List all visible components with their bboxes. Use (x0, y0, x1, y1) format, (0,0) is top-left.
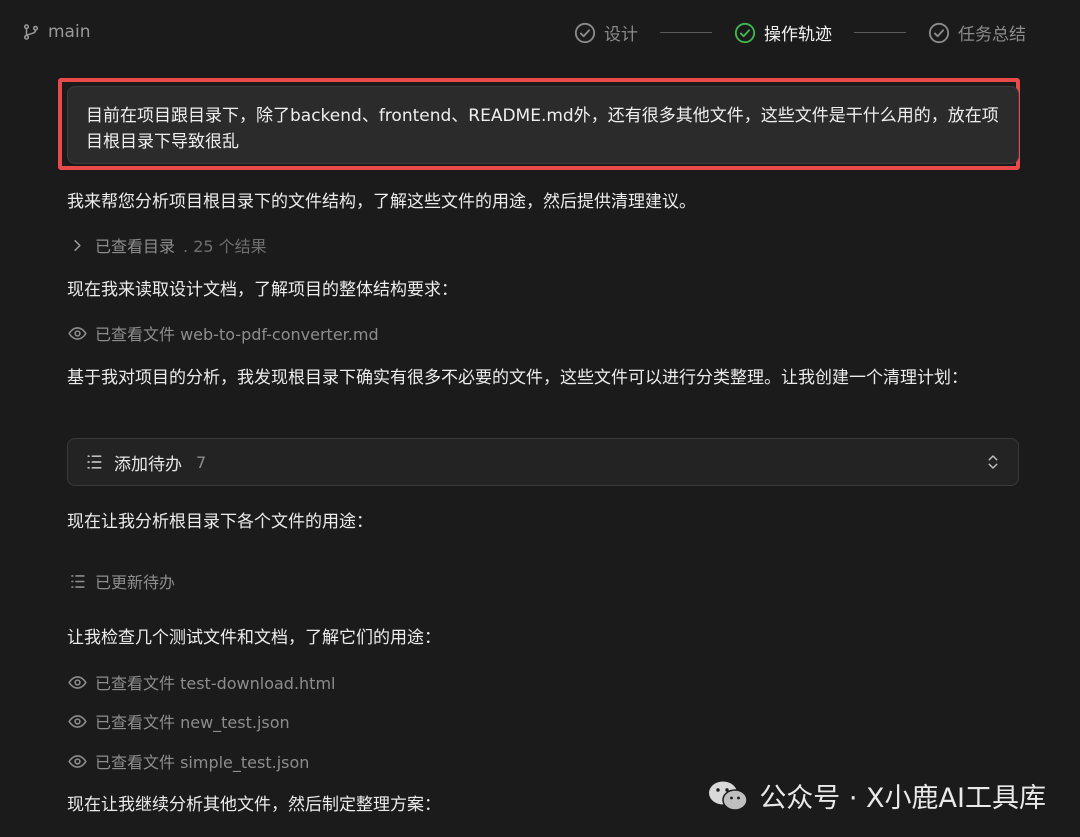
tool-label: 已查看文件 simple_test.json (95, 753, 310, 772)
wechat-icon (709, 781, 749, 811)
tool-label: 已查看文件 test-download.html (95, 674, 336, 693)
step-task-summary[interactable]: 任务总结 (928, 20, 1026, 45)
tool-viewed-file[interactable]: 已查看文件 new_test.json (68, 709, 290, 733)
tool-viewed-file[interactable]: 已查看文件 web-to-pdf-converter.md (68, 321, 379, 345)
eye-icon (68, 754, 87, 768)
watermark-text: 公众号 · X小鹿AI工具库 (759, 783, 1046, 814)
step-label: 设计 (604, 25, 638, 45)
tool-label: 已更新待办 (95, 573, 176, 592)
step-design[interactable]: 设计 (574, 20, 638, 45)
assistant-message-3: 基于我对项目的分析，我发现根目录下确实有很多不必要的文件，这些文件可以进行分类整… (67, 368, 968, 388)
chevron-right-icon (74, 239, 81, 251)
user-message: 目前在项目跟目录下，除了backend、frontend、README.md外，… (67, 86, 1019, 164)
tool-result-count: . 25 个结果 (183, 237, 267, 256)
check-circle-active-icon (734, 22, 756, 43)
step-label: 任务总结 (958, 25, 1026, 45)
step-tabs: 设计 操作轨迹 任务总结 (574, 20, 1026, 45)
branch-indicator[interactable]: main (22, 22, 90, 42)
step-operation-trace[interactable]: 操作轨迹 (734, 20, 832, 45)
list-icon (87, 455, 102, 469)
todo-count: 7 (196, 452, 207, 472)
git-branch-icon (23, 24, 39, 40)
assistant-message-1: 我来帮您分析项目根目录下的文件结构，了解这些文件的用途，然后提供清理建议。 (67, 192, 696, 212)
tool-viewed-file[interactable]: 已查看文件 simple_test.json (68, 749, 309, 773)
tool-label: 已查看文件 new_test.json (95, 713, 290, 732)
chevron-up-down-icon[interactable] (984, 453, 1002, 471)
tool-viewed-file[interactable]: 已查看文件 test-download.html (68, 670, 336, 694)
check-circle-icon (574, 22, 596, 43)
step-connector (660, 32, 712, 33)
step-label: 操作轨迹 (764, 25, 832, 45)
assistant-message-5: 让我检查几个测试文件和文档，了解它们的用途： (67, 628, 441, 648)
eye-icon (68, 675, 87, 689)
todo-label: 添加待办 (114, 454, 182, 475)
assistant-message-2: 现在我来读取设计文档，了解项目的整体结构要求： (67, 280, 458, 300)
eye-icon (68, 714, 87, 728)
todo-card[interactable]: 添加待办 7 (67, 438, 1019, 486)
tool-label: 已查看目录 (95, 237, 176, 256)
tool-label: 已查看文件 web-to-pdf-converter.md (95, 325, 379, 344)
top-bar: main 设计 操作轨迹 任务总结 (0, 0, 1080, 70)
step-connector (854, 32, 906, 33)
check-circle-icon (928, 22, 950, 43)
tool-viewed-directory[interactable]: 已查看目录 . 25 个结果 (68, 233, 267, 257)
watermark: 公众号 · X小鹿AI工具库 (707, 776, 1046, 815)
branch-name: main (48, 22, 91, 42)
assistant-message-4: 现在让我分析根目录下各个文件的用途： (67, 512, 373, 532)
tool-updated-todo[interactable]: 已更新待办 (68, 569, 175, 593)
eye-icon (68, 326, 87, 340)
list-icon (71, 574, 85, 588)
